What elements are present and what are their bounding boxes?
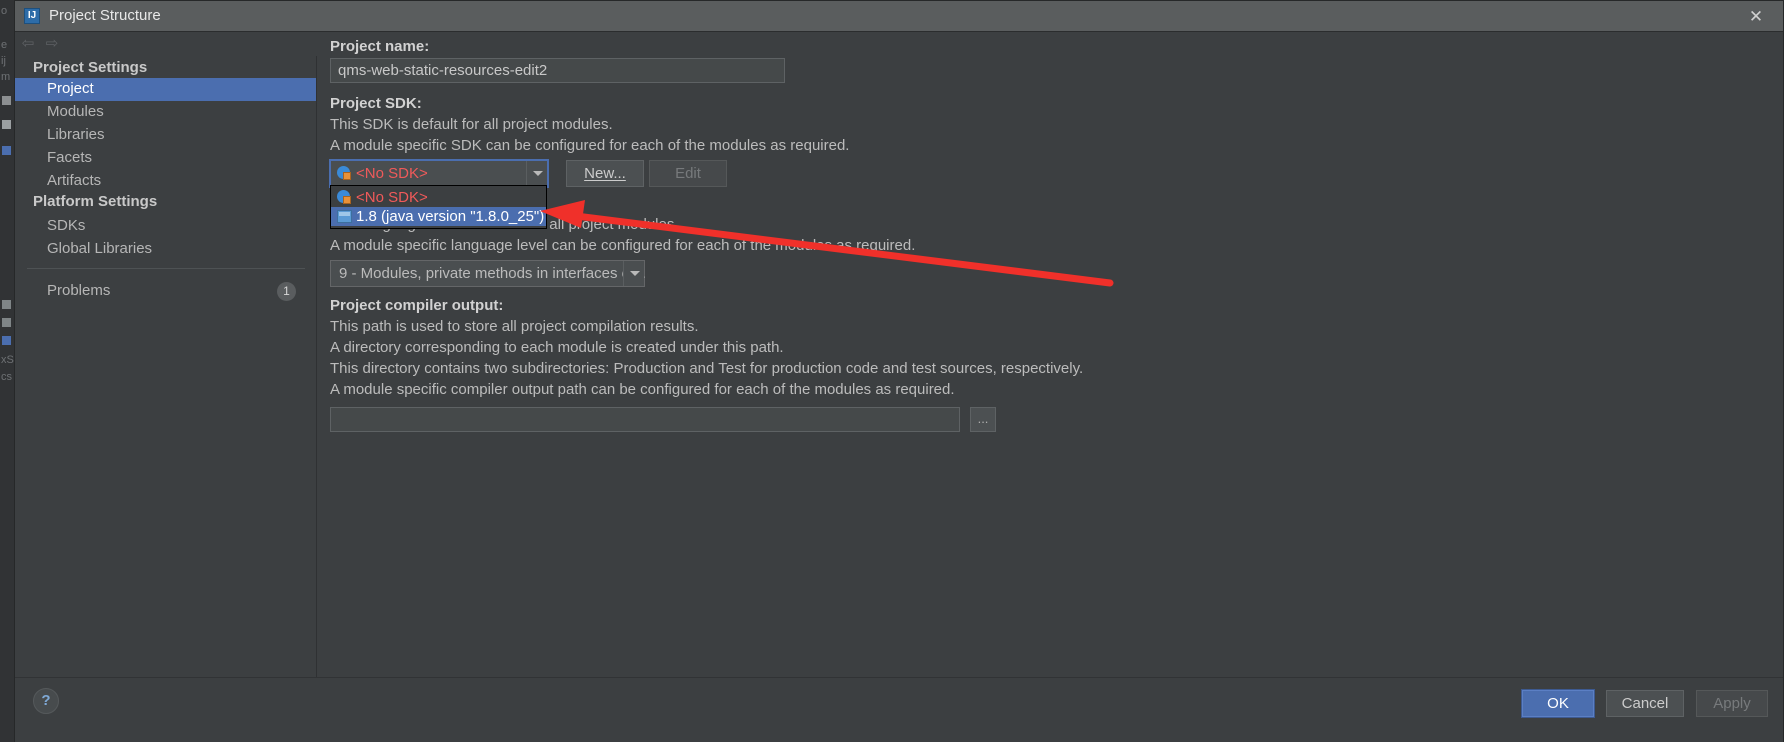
apply-button[interactable]: Apply [1696, 690, 1768, 717]
edit-sdk-button-label: Edit [675, 165, 701, 182]
sidebar-item-label: Modules [47, 103, 104, 120]
sidebar-item-modules[interactable]: Modules [15, 101, 316, 124]
problems-count-badge: 1 [277, 282, 296, 301]
sidebar-item-label: Global Libraries [47, 240, 153, 257]
project-sdk-combobox[interactable]: <No SDK> [329, 159, 549, 188]
sdk-option-jdk-18[interactable]: 1.8 (java version "1.8.0_25") [331, 207, 546, 226]
ok-button-label: OK [1547, 695, 1569, 712]
ghost-chip-3 [2, 300, 11, 309]
project-sdk-dropdown-list[interactable]: <No SDK> 1.8 (java version "1.8.0_25") [330, 185, 547, 229]
project-sdk-label: Project SDK: [330, 95, 422, 112]
ghost-label-2: ij [1, 55, 6, 67]
compiler-output-desc-1: This path is used to store all project c… [330, 318, 699, 335]
ghost-chip-5 [2, 336, 11, 345]
screen-root: o e ij m xS cs IJ Project Structure ✕ ⇦ … [0, 0, 1784, 742]
sidebar-group-project-settings: Project Settings [33, 59, 148, 76]
sidebar-item-label: Problems [47, 282, 111, 299]
sidebar-item-label: Facets [47, 149, 93, 166]
language-level-desc-2: A module specific language level can be … [330, 237, 916, 254]
close-icon[interactable]: ✕ [1739, 4, 1773, 30]
ghost-chip-1 [2, 120, 11, 129]
jdk-icon [337, 210, 352, 223]
ghost-label-1: e [1, 39, 8, 51]
project-settings-pane: Project name: qms-web-static-resources-e… [318, 32, 1784, 677]
project-sdk-dropdown-toggle[interactable] [526, 161, 547, 186]
forward-arrow-icon[interactable]: ⇨ [43, 36, 61, 52]
sidebar-item-facets[interactable]: Facets [15, 147, 316, 170]
project-structure-dialog: IJ Project Structure ✕ ⇦ ⇨ Project Setti… [14, 0, 1784, 742]
project-sdk-desc-2: A module specific SDK can be configured … [330, 137, 850, 154]
navigation-bar: ⇦ ⇨ [15, 32, 321, 56]
new-sdk-button-label: New... [584, 165, 626, 182]
compiler-output-label: Project compiler output: [330, 297, 504, 314]
cancel-button[interactable]: Cancel [1606, 690, 1684, 717]
sidebar-item-label: Project [47, 80, 94, 97]
project-sdk-desc-1: This SDK is default for all project modu… [330, 116, 613, 133]
no-sdk-icon [337, 166, 352, 181]
dialog-title: Project Structure [49, 7, 161, 24]
apply-button-label: Apply [1713, 695, 1751, 712]
language-level-combobox[interactable]: 9 - Modules, private methods in interfac… [330, 260, 646, 287]
ghost-label-0: o [1, 5, 8, 17]
compiler-output-desc-2: A directory corresponding to each module… [330, 339, 784, 356]
ghost-chip-0 [2, 96, 11, 105]
sdk-option-no-sdk[interactable]: <No SDK> [331, 188, 546, 207]
dialog-titlebar: IJ Project Structure ✕ [15, 1, 1783, 32]
new-sdk-button[interactable]: New... [566, 160, 644, 187]
project-name-label: Project name: [330, 38, 430, 55]
sidebar-item-problems[interactable]: Problems 1 [15, 280, 316, 303]
dialog-footer: ? OK Cancel Apply [15, 677, 1783, 742]
ghost-chip-4 [2, 318, 11, 327]
ghost-label-5: cs [1, 371, 12, 383]
intellij-app-icon: IJ [24, 8, 40, 24]
sidebar-divider [27, 268, 305, 269]
edit-sdk-button[interactable]: Edit [649, 160, 727, 187]
compiler-output-input[interactable] [330, 407, 960, 432]
sidebar-item-label: Libraries [47, 126, 105, 143]
project-name-value: qms-web-static-resources-edit2 [338, 62, 548, 79]
sidebar-group-platform-settings: Platform Settings [33, 193, 158, 210]
language-level-dropdown-toggle[interactable] [623, 261, 644, 286]
chevron-down-icon [533, 171, 543, 176]
sidebar-item-artifacts[interactable]: Artifacts [15, 170, 316, 193]
sidebar-item-project[interactable]: Project [15, 78, 316, 101]
sdk-option-label: 1.8 (java version "1.8.0_25") [356, 208, 545, 225]
chevron-down-icon [630, 271, 640, 276]
compiler-output-desc-3: This directory contains two subdirectori… [330, 360, 1084, 377]
help-icon[interactable]: ? [33, 688, 59, 714]
compiler-output-desc-4: A module specific compiler output path c… [330, 381, 955, 398]
sdk-option-label: <No SDK> [356, 189, 428, 206]
compiler-output-browse-button[interactable]: ... [970, 407, 996, 432]
sidebar-item-label: SDKs [47, 217, 86, 234]
settings-sidebar: Project Settings Project Modules Librari… [15, 56, 317, 677]
sidebar-item-label: Artifacts [47, 172, 102, 189]
language-level-selected-value: 9 - Modules, private methods in interfac… [339, 265, 646, 282]
cancel-button-label: Cancel [1621, 695, 1669, 712]
ghost-label-3: m [1, 71, 11, 83]
ok-button[interactable]: OK [1522, 690, 1594, 717]
sidebar-item-libraries[interactable]: Libraries [15, 124, 316, 147]
sidebar-item-global-libraries[interactable]: Global Libraries [15, 238, 316, 261]
project-sdk-selected-value: <No SDK> [356, 165, 428, 182]
ghost-label-4: xS [1, 354, 14, 366]
ghost-chip-2 [2, 146, 11, 155]
project-name-input[interactable]: qms-web-static-resources-edit2 [330, 58, 785, 83]
sidebar-item-sdks[interactable]: SDKs [15, 215, 316, 238]
back-arrow-icon[interactable]: ⇦ [19, 36, 37, 52]
no-sdk-icon [337, 190, 352, 205]
